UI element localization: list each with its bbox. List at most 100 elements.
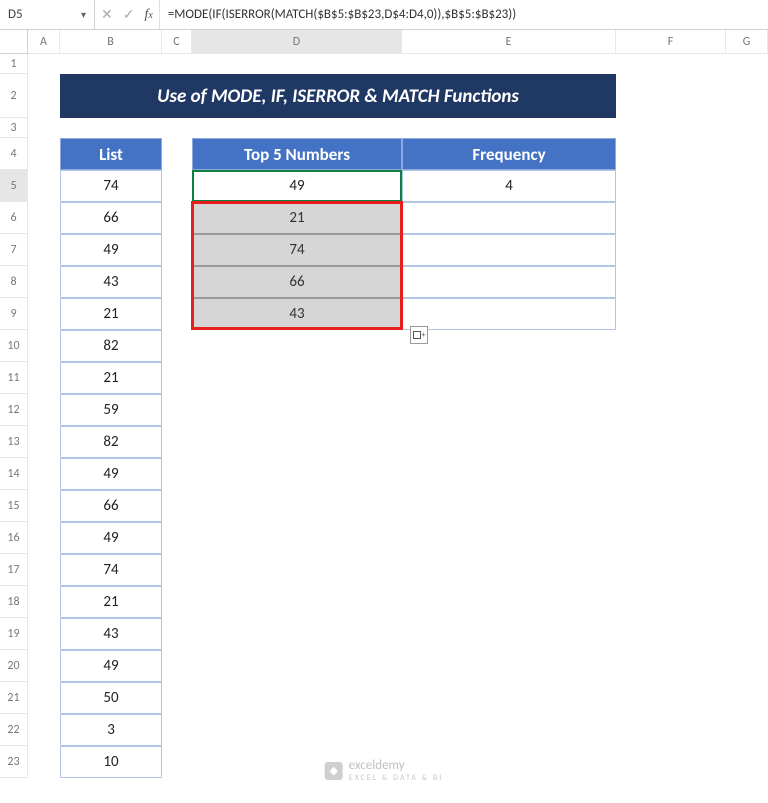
row-header-14[interactable]: 14 bbox=[0, 458, 28, 490]
autofill-options-icon[interactable]: + bbox=[410, 326, 428, 344]
formula-input[interactable]: =MODE(IF(ISERROR(MATCH($B$5:$B$23,D$4:D4… bbox=[160, 0, 768, 29]
row-header-21[interactable]: 21 bbox=[0, 682, 28, 714]
row-header-22[interactable]: 22 bbox=[0, 714, 28, 746]
cell-b11[interactable]: 21 bbox=[60, 362, 162, 394]
cell-g11[interactable] bbox=[726, 362, 768, 394]
cell-c16[interactable] bbox=[162, 522, 192, 554]
cell-c3[interactable] bbox=[162, 118, 192, 138]
cell-d22[interactable] bbox=[192, 714, 402, 746]
cell-b5[interactable]: 74 bbox=[60, 170, 162, 202]
header-freq[interactable]: Frequency bbox=[402, 138, 616, 170]
cell-b7[interactable]: 49 bbox=[60, 234, 162, 266]
cell-b6[interactable]: 66 bbox=[60, 202, 162, 234]
cell-e10[interactable] bbox=[402, 330, 616, 362]
cell-d21[interactable] bbox=[192, 682, 402, 714]
cell-g22[interactable] bbox=[726, 714, 768, 746]
row-header-12[interactable]: 12 bbox=[0, 394, 28, 426]
cell-g18[interactable] bbox=[726, 586, 768, 618]
row-header-4[interactable]: 4 bbox=[0, 138, 28, 170]
row-header-2[interactable]: 2 bbox=[0, 74, 28, 118]
header-top5[interactable]: Top 5 Numbers bbox=[192, 138, 402, 170]
cell-d7[interactable]: 74 bbox=[192, 234, 402, 266]
cell-a22[interactable] bbox=[28, 714, 60, 746]
cell-e22[interactable] bbox=[402, 714, 616, 746]
cell-f18[interactable] bbox=[616, 586, 726, 618]
cell-e1[interactable] bbox=[402, 54, 616, 74]
cell-c23[interactable] bbox=[162, 746, 192, 778]
cell-g7[interactable] bbox=[726, 234, 768, 266]
cell-b13[interactable]: 82 bbox=[60, 426, 162, 458]
cell-b8[interactable]: 43 bbox=[60, 266, 162, 298]
cell-c6[interactable] bbox=[162, 202, 192, 234]
cell-f8[interactable] bbox=[616, 266, 726, 298]
cell-a1[interactable] bbox=[28, 54, 60, 74]
cell-a16[interactable] bbox=[28, 522, 60, 554]
cell-c13[interactable] bbox=[162, 426, 192, 458]
name-box[interactable]: D5 ▾ bbox=[0, 0, 95, 29]
cell-d6[interactable]: 21 bbox=[192, 202, 402, 234]
cell-a19[interactable] bbox=[28, 618, 60, 650]
cell-d5-active[interactable]: 49 bbox=[192, 170, 402, 202]
chevron-down-icon[interactable]: ▾ bbox=[81, 8, 86, 21]
confirm-icon[interactable]: ✓ bbox=[123, 6, 135, 23]
cell-e9[interactable] bbox=[402, 298, 616, 330]
row-header-6[interactable]: 6 bbox=[0, 202, 28, 234]
cell-b10[interactable]: 82 bbox=[60, 330, 162, 362]
cell-g12[interactable] bbox=[726, 394, 768, 426]
col-header-c[interactable]: C bbox=[162, 30, 192, 54]
cell-g5[interactable] bbox=[726, 170, 768, 202]
cell-c14[interactable] bbox=[162, 458, 192, 490]
cell-d14[interactable] bbox=[192, 458, 402, 490]
row-header-13[interactable]: 13 bbox=[0, 426, 28, 458]
cell-f1[interactable] bbox=[616, 54, 726, 74]
cell-d1[interactable] bbox=[192, 54, 402, 74]
cell-d16[interactable] bbox=[192, 522, 402, 554]
cell-g1[interactable] bbox=[726, 54, 768, 74]
cell-e17[interactable] bbox=[402, 554, 616, 586]
cell-f14[interactable] bbox=[616, 458, 726, 490]
cell-c4[interactable] bbox=[162, 138, 192, 170]
cell-g21[interactable] bbox=[726, 682, 768, 714]
cell-a8[interactable] bbox=[28, 266, 60, 298]
cell-b16[interactable]: 49 bbox=[60, 522, 162, 554]
cell-e8[interactable] bbox=[402, 266, 616, 298]
cell-g9[interactable] bbox=[726, 298, 768, 330]
cell-g13[interactable] bbox=[726, 426, 768, 458]
cell-c20[interactable] bbox=[162, 650, 192, 682]
cell-f5[interactable] bbox=[616, 170, 726, 202]
cell-g14[interactable] bbox=[726, 458, 768, 490]
cell-a13[interactable] bbox=[28, 426, 60, 458]
cell-c11[interactable] bbox=[162, 362, 192, 394]
row-header-18[interactable]: 18 bbox=[0, 586, 28, 618]
col-header-a[interactable]: A bbox=[28, 30, 60, 54]
cell-f3[interactable] bbox=[616, 118, 726, 138]
cell-a6[interactable] bbox=[28, 202, 60, 234]
cell-f9[interactable] bbox=[616, 298, 726, 330]
cell-c8[interactable] bbox=[162, 266, 192, 298]
cell-a4[interactable] bbox=[28, 138, 60, 170]
row-header-15[interactable]: 15 bbox=[0, 490, 28, 522]
cell-f15[interactable] bbox=[616, 490, 726, 522]
col-header-b[interactable]: B bbox=[60, 30, 162, 54]
row-header-19[interactable]: 19 bbox=[0, 618, 28, 650]
cell-b19[interactable]: 43 bbox=[60, 618, 162, 650]
cell-c5[interactable] bbox=[162, 170, 192, 202]
cell-d19[interactable] bbox=[192, 618, 402, 650]
cell-b23[interactable]: 10 bbox=[60, 746, 162, 778]
cell-f20[interactable] bbox=[616, 650, 726, 682]
cell-g15[interactable] bbox=[726, 490, 768, 522]
cell-f21[interactable] bbox=[616, 682, 726, 714]
cell-e7[interactable] bbox=[402, 234, 616, 266]
cell-g3[interactable] bbox=[726, 118, 768, 138]
cell-g19[interactable] bbox=[726, 618, 768, 650]
cell-e18[interactable] bbox=[402, 586, 616, 618]
row-header-20[interactable]: 20 bbox=[0, 650, 28, 682]
cell-f22[interactable] bbox=[616, 714, 726, 746]
cell-e20[interactable] bbox=[402, 650, 616, 682]
cell-a2[interactable] bbox=[28, 74, 60, 118]
cell-g20[interactable] bbox=[726, 650, 768, 682]
cell-e19[interactable] bbox=[402, 618, 616, 650]
title-cell[interactable]: Use of MODE, IF, ISERROR & MATCH Functio… bbox=[60, 74, 616, 118]
cell-c1[interactable] bbox=[162, 54, 192, 74]
row-header-1[interactable]: 1 bbox=[0, 54, 28, 74]
